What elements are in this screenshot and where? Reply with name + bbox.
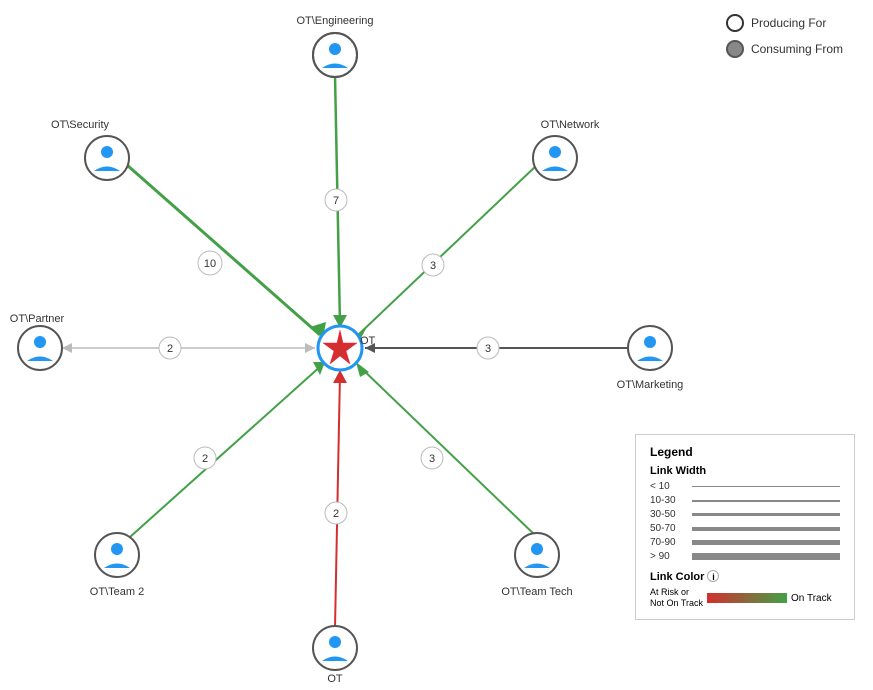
lw-line-6 [692, 553, 840, 560]
lw-line-2 [692, 500, 840, 502]
lw-label-2: 10-30 [650, 495, 688, 506]
svg-text:OT\Team Tech: OT\Team Tech [501, 586, 572, 598]
legend-title: Legend [650, 445, 840, 459]
svg-text:OT\Security: OT\Security [51, 119, 110, 131]
lw-label-4: 50-70 [650, 523, 688, 534]
lw-label-5: 70-90 [650, 537, 688, 548]
svg-text:OT: OT [360, 335, 376, 347]
color-gradient [707, 593, 787, 603]
link-color-row: At Risk orNot On Track On Track [650, 587, 840, 609]
lw-row-3: 30-50 [650, 509, 840, 520]
lw-label-3: 30-50 [650, 509, 688, 520]
link-color-info-icon[interactable]: i [707, 570, 719, 582]
svg-text:OT\Network: OT\Network [541, 119, 600, 131]
lw-line-4 [692, 527, 840, 531]
lw-row-1: < 10 [650, 481, 840, 492]
link-color-section: Link Color i At Risk orNot On Track On T… [650, 570, 840, 609]
svg-text:7: 7 [333, 195, 339, 207]
at-risk-label: At Risk orNot On Track [650, 587, 703, 609]
lw-line-1 [692, 486, 840, 487]
graph-container: Producing For Consuming From 7 10 3 [0, 0, 873, 690]
link-width-title: Link Width [650, 465, 840, 477]
svg-text:10: 10 [204, 258, 216, 270]
lw-label-1: < 10 [650, 481, 688, 492]
lw-row-4: 50-70 [650, 523, 840, 534]
svg-text:3: 3 [485, 343, 491, 355]
svg-text:2: 2 [167, 343, 173, 355]
svg-text:3: 3 [430, 260, 436, 272]
svg-text:OT: OT [327, 673, 343, 685]
svg-text:OT\Team 2: OT\Team 2 [90, 586, 144, 598]
lw-label-6: > 90 [650, 551, 688, 562]
lw-line-5 [692, 540, 840, 545]
on-track-label: On Track [791, 593, 832, 604]
lw-row-2: 10-30 [650, 495, 840, 506]
svg-text:3: 3 [429, 453, 435, 465]
lw-row-6: > 90 [650, 551, 840, 562]
lw-line-3 [692, 513, 840, 516]
svg-text:2: 2 [333, 508, 339, 520]
svg-text:OT\Partner: OT\Partner [10, 313, 65, 325]
svg-text:2: 2 [202, 453, 208, 465]
svg-text:OT\Marketing: OT\Marketing [617, 379, 684, 391]
link-color-title: Link Color i [650, 570, 840, 583]
svg-text:OT\Engineering: OT\Engineering [296, 15, 373, 27]
lw-row-5: 70-90 [650, 537, 840, 548]
legend-box: Legend Link Width < 10 10-30 30-50 50-70… [635, 434, 855, 620]
